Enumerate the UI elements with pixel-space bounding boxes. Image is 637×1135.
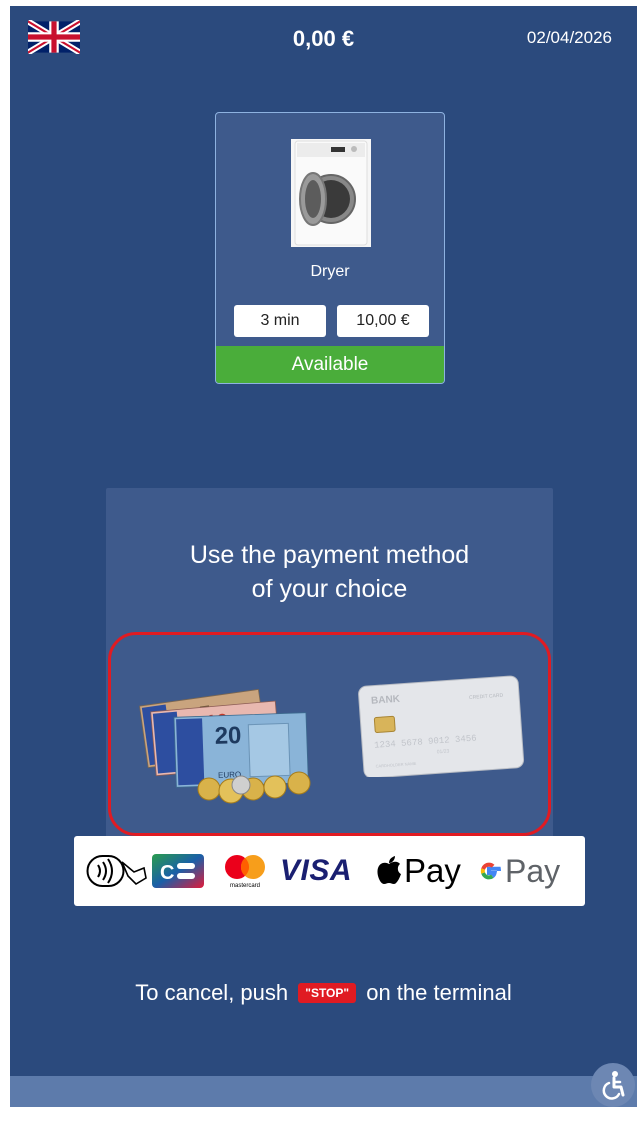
footer-bar xyxy=(10,1076,637,1107)
banknote-value: 20 xyxy=(214,722,242,750)
machine-card[interactable]: Dryer 3 min 10,00 € Available xyxy=(215,112,445,384)
cancel-text-before: To cancel, push xyxy=(135,980,289,1005)
price-pill: 10,00 € xyxy=(337,305,429,337)
dryer-machine-icon xyxy=(291,139,371,247)
cancel-instruction: To cancel, push "STOP" on the terminal xyxy=(10,980,637,1006)
machine-name: Dryer xyxy=(310,263,350,280)
google-pay-text: Pay xyxy=(505,852,561,889)
apple-pay-logo: Pay xyxy=(376,836,461,906)
kiosk-screen: 0,00 € 02/04/2026 Dryer 3 min 10,00 € Av… xyxy=(10,6,637,1107)
payment-panel: Use the payment method of your choice 5 … xyxy=(106,488,553,848)
cancel-text-after: on the terminal xyxy=(366,980,512,1005)
payment-title: Use the payment method of your choice xyxy=(189,541,470,603)
accessibility-button[interactable] xyxy=(591,1063,635,1107)
google-g-icon xyxy=(480,862,501,880)
mastercard-logo-icon: mastercard xyxy=(220,836,270,906)
bank-card-icon: BANK CREDIT CARD 1234 5678 9012 3456 01/… xyxy=(358,675,525,777)
payment-logos-strip: C mastercard VISA Pay Pay xyxy=(74,836,585,906)
current-date: 02/04/2026 xyxy=(526,28,612,47)
accessibility-icon xyxy=(602,1071,625,1100)
contactless-icon xyxy=(86,836,148,906)
svg-text:C: C xyxy=(160,862,174,884)
cash-icon: 5 10 20 EURO xyxy=(139,688,311,804)
payment-methods-frame: 5 10 20 EURO xyxy=(108,632,551,836)
card-expiry: 01/23 xyxy=(437,748,450,755)
apple-icon xyxy=(377,856,401,884)
status-bar: Available xyxy=(216,346,444,383)
mastercard-text: mastercard xyxy=(230,883,260,889)
cb-logo-icon: C xyxy=(152,836,204,906)
duration-pill: 3 min xyxy=(234,305,326,337)
apple-pay-text: Pay xyxy=(404,852,461,889)
google-pay-logo: Pay xyxy=(476,836,560,906)
stop-badge: "STOP" xyxy=(298,983,357,1003)
visa-logo: VISA xyxy=(280,854,353,887)
card-bank-name: BANK xyxy=(371,694,401,707)
